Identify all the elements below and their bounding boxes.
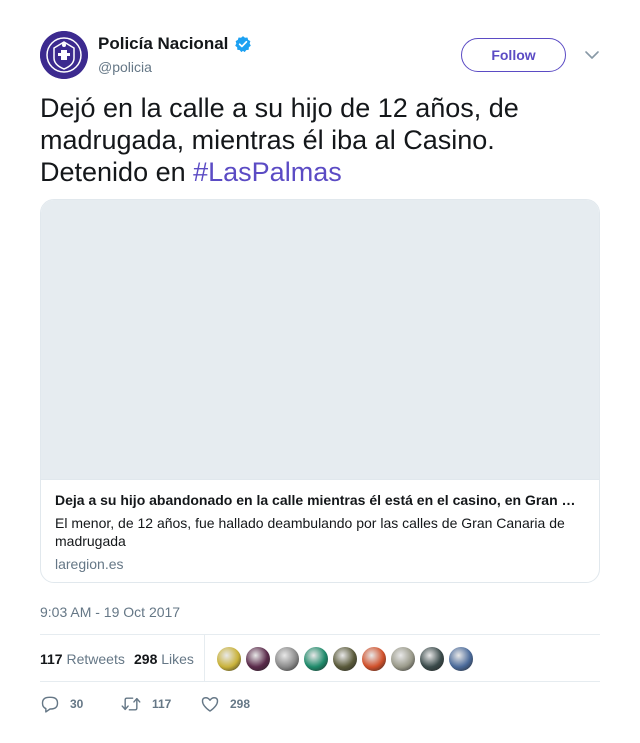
reply-icon — [41, 696, 59, 713]
hashtag-link[interactable]: #LasPalmas — [193, 157, 342, 187]
verified-badge-icon — [235, 36, 252, 53]
like-count: 298 — [230, 697, 251, 711]
chevron-down-icon[interactable] — [584, 48, 600, 62]
liker-avatar[interactable] — [332, 646, 358, 672]
tweet-header: Policía Nacional @policia Follow — [40, 31, 600, 79]
retweets-stat-label: Retweets — [66, 651, 125, 667]
reply-button[interactable]: 30 — [40, 692, 83, 716]
heart-icon — [201, 697, 219, 712]
follow-button[interactable]: Follow — [461, 38, 566, 72]
liker-avatar[interactable] — [274, 646, 300, 672]
retweet-button[interactable]: 117 — [120, 692, 171, 716]
card-description: El menor, de 12 años, fue hallado deambu… — [55, 515, 565, 549]
card-title: Deja a su hijo abandonado en la calle mi… — [55, 492, 576, 508]
liker-avatar[interactable] — [303, 646, 329, 672]
like-button[interactable]: 298 — [200, 692, 250, 716]
liker-avatar[interactable] — [216, 646, 242, 672]
liker-avatar[interactable] — [448, 646, 474, 672]
likes-stat-label: Likes — [161, 651, 194, 667]
tweet-timestamp[interactable]: 9:03 AM - 19 Oct 2017 — [40, 604, 180, 620]
link-card[interactable]: Deja a su hijo abandonado en la calle mi… — [40, 199, 600, 583]
retweet-icon — [121, 697, 141, 711]
account-name-label: Policía Nacional — [98, 34, 229, 53]
liker-avatar[interactable] — [245, 646, 271, 672]
liker-avatar[interactable] — [419, 646, 445, 672]
reply-count: 30 — [70, 697, 84, 711]
stats-divider — [204, 635, 205, 681]
account-avatar[interactable] — [40, 31, 88, 79]
tweet-actions: 30 117 298 — [40, 692, 600, 716]
likes-stat-count: 298 — [134, 651, 158, 667]
tweet-stats: 117 Retweets 298 Likes — [40, 634, 600, 682]
tweet-text: Dejó en la calle a su hijo de 12 años, d… — [40, 92, 600, 188]
likes-stat[interactable]: 298 Likes — [134, 651, 194, 667]
police-badge-icon — [40, 31, 88, 79]
card-image — [41, 200, 599, 480]
retweets-stat[interactable]: 117 Retweets — [40, 651, 125, 667]
retweets-stat-count: 117 — [40, 651, 63, 667]
liker-avatar[interactable] — [361, 646, 387, 672]
account-name[interactable]: Policía Nacional — [98, 34, 252, 54]
retweet-count: 117 — [152, 697, 172, 711]
card-domain: laregion.es — [55, 556, 124, 572]
account-handle[interactable]: @policia — [98, 59, 152, 75]
liker-avatar[interactable] — [390, 646, 416, 672]
